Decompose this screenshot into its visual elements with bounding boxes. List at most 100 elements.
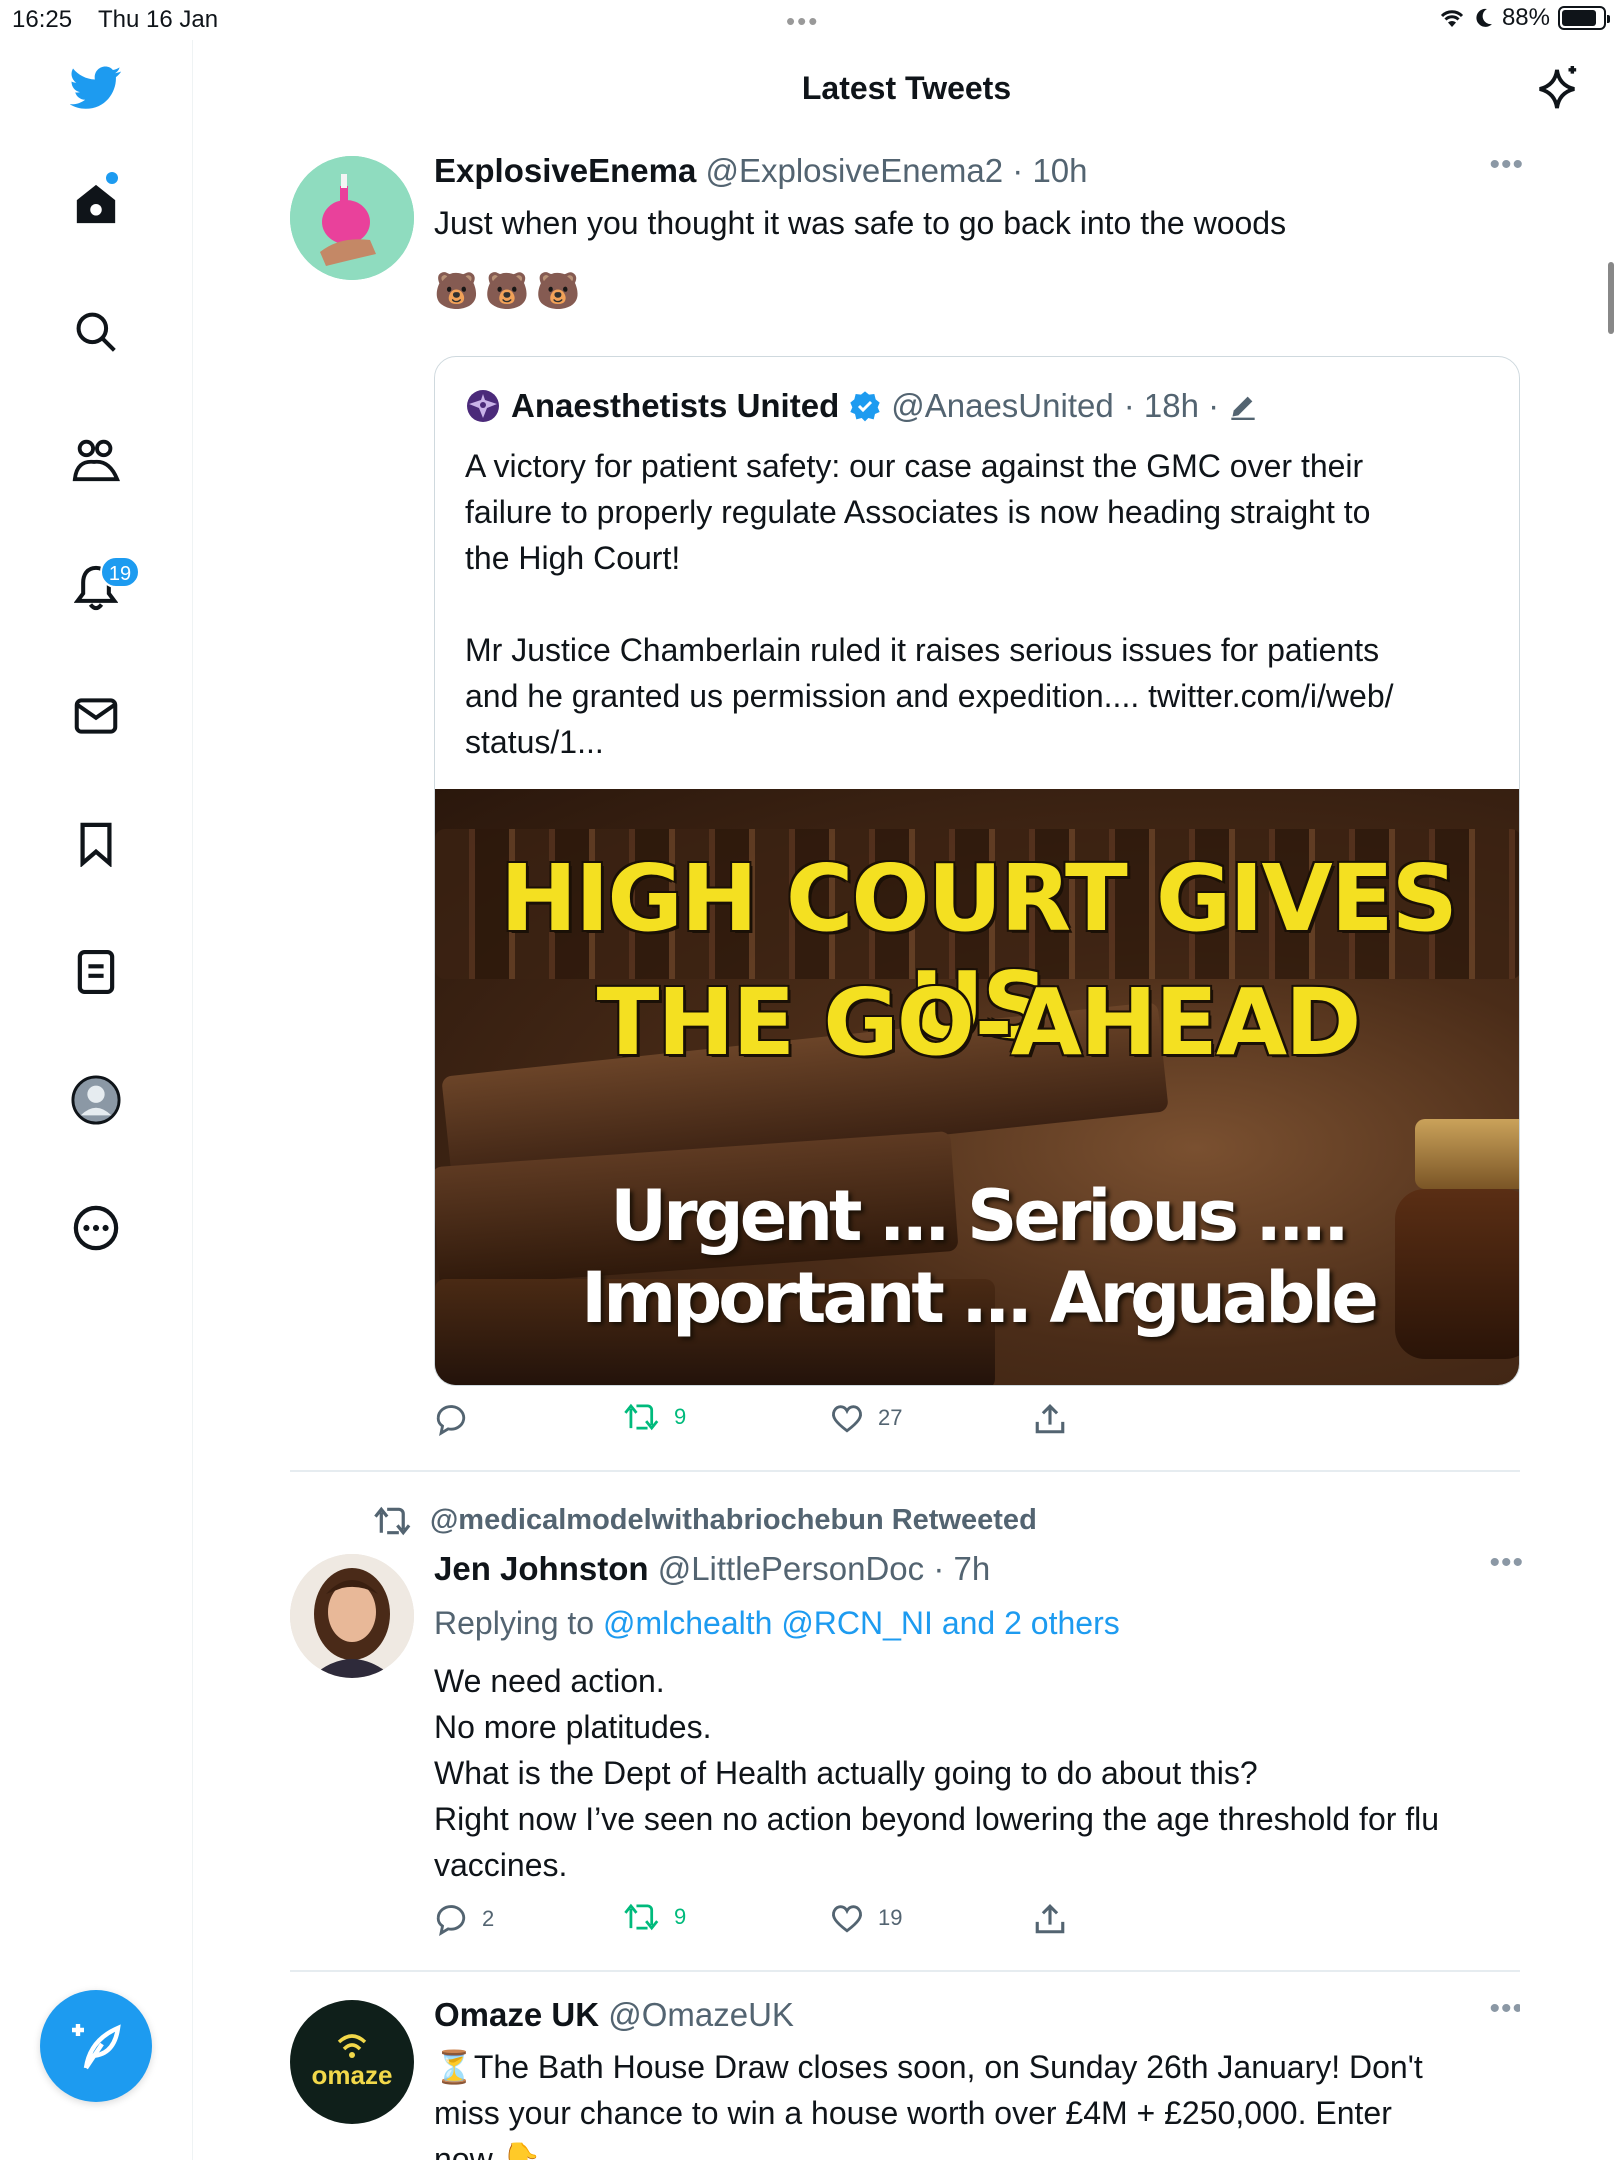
status-right: 88% (1438, 4, 1610, 32)
compose-icon (72, 2024, 121, 2070)
tweet-text-line: vaccines. (434, 1847, 568, 1883)
search-icon (76, 312, 116, 352)
author-name[interactable]: Jen Johnston (434, 1550, 649, 1587)
retweet-count: 9 (674, 1404, 687, 1429)
author-handle[interactable]: @OmazeUK (608, 1996, 794, 2033)
tweet-text-line: now 👇 (434, 2141, 542, 2160)
tweet-text: Just when you thought it was safe to go … (434, 205, 1287, 241)
notification-badge: 19 (100, 556, 140, 588)
tweet-menu-icon[interactable]: ••• (1489, 148, 1524, 182)
tweet-text-line: What is the Dept of Health actually goin… (434, 1755, 1258, 1791)
quote-time[interactable]: · 18h · (1124, 387, 1219, 425)
like-icon (832, 1905, 862, 1933)
edit-icon (1231, 396, 1255, 420)
avatar[interactable] (290, 156, 414, 280)
tweet-actions: 9 27 (434, 1402, 1520, 1442)
quote-text-line: status/1... (465, 724, 604, 760)
share-icon (1035, 1904, 1065, 1934)
scrollbar[interactable] (1608, 262, 1614, 334)
reply-count: 2 (482, 1906, 495, 1931)
battery-percent: 88% (1501, 4, 1550, 31)
sparkle-icon[interactable] (1534, 64, 1580, 119)
share-button[interactable] (1034, 1902, 1066, 1936)
tweet-header: Omaze UK @OmazeUK ••• (434, 1996, 1520, 2042)
replying-prefix: Replying to (434, 1605, 595, 1641)
nav-messages[interactable] (70, 690, 122, 742)
compose-button[interactable] (40, 1990, 152, 2102)
reply-icon (436, 1905, 466, 1936)
quote-media-image[interactable]: HIGH COURT GIVES US THE GO-AHEAD Urgent … (435, 789, 1519, 1385)
tweet[interactable]: ExplosiveEnema @ExplosiveEnema2 · 10h ••… (290, 148, 1523, 1452)
retweeted-by[interactable]: @medicalmodelwithabriochebun Retweeted (430, 1504, 1037, 1537)
tweet-text-line: Right now I’ve seen no action beyond low… (434, 1801, 1440, 1837)
author-handle[interactable]: @LittlePersonDoc (658, 1550, 924, 1587)
quote-text: A victory for patient safety: our case a… (465, 443, 1505, 765)
wifi-icon (1440, 10, 1464, 27)
nav-lists[interactable] (70, 946, 122, 998)
status-bar: 16:25 Thu 16 Jan ••• 88% (0, 0, 1620, 40)
tweet-menu-icon[interactable]: ••• (1489, 1996, 1520, 2026)
share-icon (1035, 1404, 1065, 1434)
quote-author-handle[interactable]: @AnaesUnited (891, 387, 1113, 425)
avatar-text: omaze (311, 2059, 393, 2090)
retweet-button[interactable]: 9 (624, 1902, 686, 1932)
replying-to-links[interactable]: @mlchealth @RCN_NI and 2 others (603, 1605, 1120, 1641)
image-subhead: Important ... Arguable (581, 1257, 1379, 1339)
tweet-header: ExplosiveEnema @ExplosiveEnema2 · 10h ••… (434, 148, 1523, 198)
status-time: 16:25 (12, 6, 73, 33)
retweet-icon (624, 1403, 659, 1431)
avatar[interactable]: omaze (290, 2000, 414, 2124)
status-date: Thu 16 Jan (98, 6, 219, 33)
like-count: 27 (878, 1405, 903, 1430)
nav-communities[interactable] (70, 434, 122, 486)
quote-author-name[interactable]: Anaesthetists United (511, 387, 839, 425)
tweet-emoji: 🐻🐻🐻 (434, 271, 587, 312)
divider (290, 1970, 1520, 1972)
nav-home[interactable] (70, 178, 122, 230)
tweet-text: ⏳The Bath House Draw closes soon, on Sun… (434, 2044, 1520, 2160)
quote-text-line: the High Court! (465, 540, 681, 576)
tweet[interactable]: @medicalmodelwithabriochebun Retweeted J… (290, 1500, 1523, 1950)
retweet-icon (624, 1903, 659, 1931)
tweet-time[interactable]: · 7h (933, 1550, 990, 1587)
multitasking-dots-icon[interactable]: ••• (786, 6, 819, 37)
like-button[interactable]: 27 (830, 1402, 902, 1434)
retweet-context: @medicalmodelwithabriochebun Retweeted (374, 1504, 1037, 1537)
mail-icon (74, 698, 118, 734)
author-handle[interactable]: @ExplosiveEnema2 (705, 152, 1003, 189)
nav-profile[interactable] (70, 1074, 122, 1126)
avatar-icon (71, 1075, 121, 1125)
retweet-icon (374, 1506, 411, 1535)
quote-text-line: A victory for patient safety: our case a… (465, 448, 1364, 484)
nav-more[interactable] (70, 1202, 122, 1254)
tweet-text-line: miss your chance to win a house worth ov… (434, 2095, 1392, 2131)
share-button[interactable] (1034, 1402, 1066, 1436)
reply-button[interactable]: 2 (434, 1902, 494, 1936)
nav-bookmarks[interactable] (70, 818, 122, 870)
battery-icon (1558, 6, 1610, 30)
tweet[interactable]: omaze Omaze UK @OmazeUK ••• ⏳The Bath Ho… (290, 1996, 1520, 2160)
more-icon (73, 1205, 119, 1251)
quote-text-line: and he granted us permission and expedit… (465, 678, 1394, 714)
tweet-text: We need action. No more platitudes. What… (434, 1658, 1520, 1888)
moon-icon (1476, 8, 1492, 27)
avatar[interactable] (290, 1554, 414, 1678)
like-button[interactable]: 19 (830, 1902, 902, 1934)
nav-search[interactable] (70, 306, 122, 358)
author-name[interactable]: Omaze UK (434, 1996, 599, 2033)
retweet-button[interactable]: 9 (624, 1402, 686, 1432)
image-headline: THE GO-AHEAD (596, 969, 1362, 1076)
image-subhead: Urgent ... Serious .... (610, 1175, 1350, 1257)
tweet-menu-icon[interactable]: ••• (1489, 1546, 1524, 1580)
reply-button[interactable] (434, 1402, 468, 1436)
author-name[interactable]: ExplosiveEnema (434, 152, 696, 189)
tweet-time[interactable]: · 10h (1012, 152, 1087, 189)
communities-icon (72, 439, 120, 482)
twitter-logo-icon[interactable] (70, 62, 122, 114)
like-count: 19 (878, 1905, 903, 1930)
quoted-tweet[interactable]: Anaesthetists United @AnaesUnited · 18h … (434, 356, 1520, 1386)
quote-text-line: Mr Justice Chamberlain ruled it raises s… (465, 632, 1380, 668)
divider (290, 1470, 1520, 1472)
tweet-actions: 2 9 19 (434, 1902, 1520, 1942)
page-title: Latest Tweets (801, 70, 1012, 106)
